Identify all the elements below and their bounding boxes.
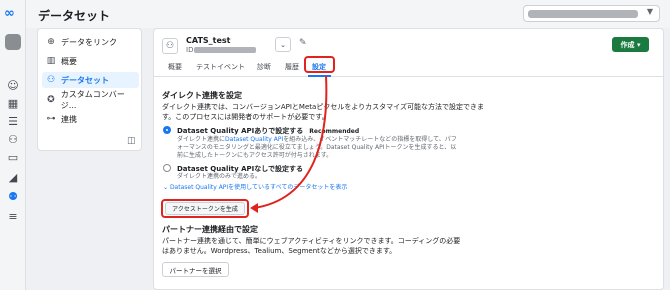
tab-overview[interactable]: 概要 <box>168 62 182 72</box>
settings-tab-annotation-box <box>304 56 335 73</box>
option-with-quality-api-radio[interactable] <box>163 126 171 134</box>
list-icon[interactable]: ☰ <box>5 114 21 128</box>
option-without-quality-api-description: ダイレクト連携のみで進める。 <box>177 173 262 180</box>
chevron-down-icon: ▼ <box>646 7 653 16</box>
table-icon[interactable]: ▦ <box>5 96 21 110</box>
star-icon: ✪ <box>47 95 55 105</box>
option-title-text: Dataset Quality APIありで設定する <box>177 127 304 135</box>
tab-selected-underline <box>308 75 331 77</box>
sidebar-item-label: 連携 <box>61 114 77 124</box>
plus-circle-icon: ⊕ <box>47 37 55 47</box>
link-icon: ⊶ <box>46 114 56 124</box>
meta-logo-icon[interactable]: ∞ <box>4 6 15 21</box>
link-text: Dataset Quality APIを使用しているすべてのデータセットを表示 <box>169 184 348 191</box>
sidebar-item-label: 概要 <box>61 56 77 66</box>
option-with-quality-api-description: ダイレクト連携にDataset Quality APIを組み込み、イベントマッチ… <box>177 136 457 160</box>
sidebar-item-integrations[interactable]: ⊶ 連携 <box>42 111 139 127</box>
direct-integration-description: ダイレクト連携では、コンバージョンAPIとMetaピクセルをよりカスタマイズ可能… <box>162 103 484 121</box>
partner-integration-description: パートナー連携を通じて、簡単にウェブアクティビティをリンクできます。コーディング… <box>162 237 461 255</box>
menu-icon[interactable]: ≡ <box>5 209 21 223</box>
tab-bar: 概要 テストイベント 診断 履歴 設定 <box>154 56 665 77</box>
page-header: データセット ▼ <box>26 0 670 28</box>
dataset-icon: ⚇ <box>162 38 178 54</box>
partner-integration-title: パートナー連携経由で設定 <box>162 225 258 234</box>
sidebar-item-link-data[interactable]: ⊕ データをリンク <box>42 34 139 50</box>
people-icon[interactable]: ⚇ <box>5 132 21 146</box>
tab-test-events[interactable]: テストイベント <box>196 62 245 72</box>
option-without-quality-api-radio[interactable] <box>163 164 171 172</box>
sidebar-item-datasets[interactable]: ⚇ データセット <box>42 72 139 88</box>
sidebar-item-label: カスタムコンバージ... <box>60 90 125 110</box>
option-with-quality-api-title: Dataset Quality APIありで設定する Recommended <box>177 126 359 136</box>
collapse-panel-icon[interactable]: ◫ <box>127 136 136 146</box>
card-icon[interactable]: ▭ <box>5 150 21 164</box>
pencil-icon[interactable]: ✎ <box>299 38 307 48</box>
dataset-dropdown-button[interactable]: ⌄ <box>275 37 291 52</box>
account-selector[interactable]: ▼ <box>523 5 660 22</box>
sidebar-item-overview[interactable]: ▥ 概要 <box>42 53 139 69</box>
megaphone-icon[interactable]: ◢ <box>5 170 21 184</box>
business-avatar[interactable] <box>5 34 21 50</box>
dataset-id-redacted <box>194 47 256 53</box>
page-scrollbar[interactable] <box>664 28 670 290</box>
dataset-name: CATS_test <box>186 36 231 45</box>
dataset-settings-card: ⚇ CATS_test ID ⌄ ✎ 作成 ▾ 概要 テストイベント 診断 履歴… <box>153 28 665 290</box>
sidebar-item-label: データをリンク <box>61 37 117 47</box>
recommended-badge: Recommended <box>309 128 360 135</box>
token-button-annotation-box <box>161 199 249 218</box>
grid-icon: ▥ <box>46 56 56 66</box>
smile-icon[interactable]: ☺ <box>5 78 21 92</box>
dataset-id-label: ID <box>186 46 194 54</box>
show-all-datasets-link[interactable]: ⌄ Dataset Quality APIを使用しているすべてのデータセットを表… <box>163 182 347 191</box>
create-button[interactable]: 作成 ▾ <box>612 37 649 52</box>
quality-api-link[interactable]: Dataset Quality API <box>225 136 283 143</box>
dataset-icon[interactable]: ⚉ <box>5 189 21 203</box>
people-icon: ⚇ <box>46 75 56 85</box>
sidebar-item-custom-conversions[interactable]: ✪ カスタムコンバージ... <box>42 90 139 110</box>
desc-text: ダイレクト連携に <box>177 136 226 143</box>
direct-integration-title: ダイレクト連携を設定 <box>162 91 242 100</box>
tab-diagnostics[interactable]: 診断 <box>257 62 271 72</box>
account-name-redacted <box>528 10 638 18</box>
sidebar-item-label: データセット <box>61 75 109 85</box>
select-partner-button[interactable]: パートナーを選択 <box>162 262 229 277</box>
page-title: データセット <box>38 9 111 23</box>
tab-history[interactable]: 履歴 <box>285 62 299 72</box>
app-rail: ∞ ☺ ▦ ☰ ⚇ ▭ ◢ ⚉ ≡ <box>0 0 26 290</box>
sidebar-nav: ⊕ データをリンク ▥ 概要 ⚇ データセット ✪ カスタムコンバージ... ⊶… <box>37 28 142 151</box>
